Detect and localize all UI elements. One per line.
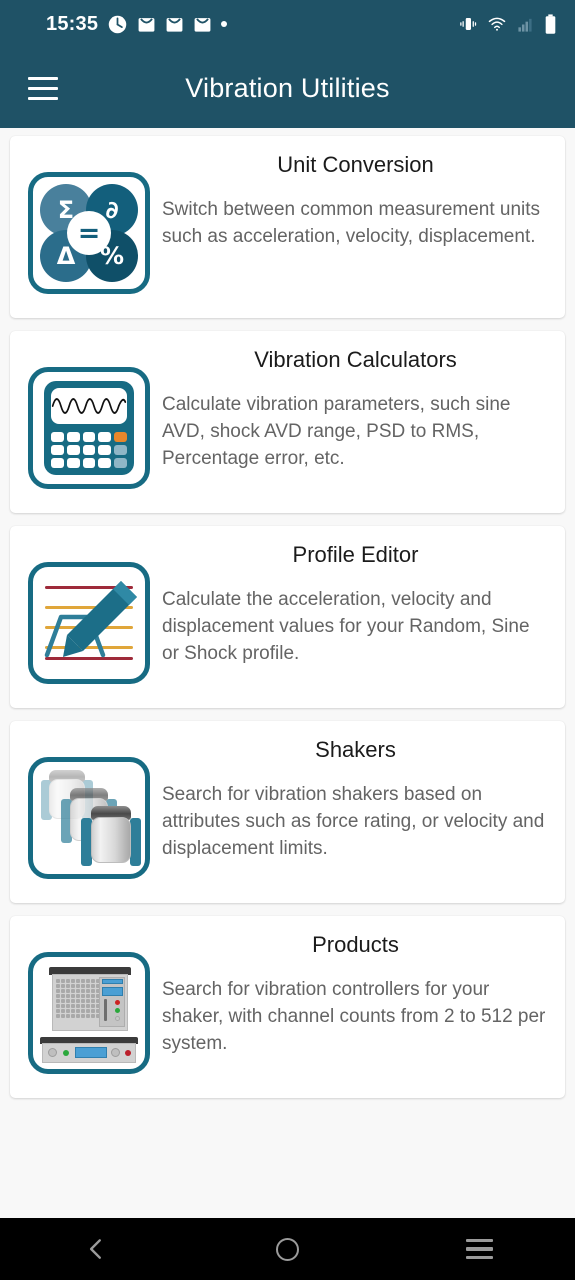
card-title: Vibration Calculators [254, 347, 457, 372]
android-navigation-bar [0, 1218, 575, 1280]
profile-editor-icon [28, 562, 150, 684]
base-lcd-display [75, 1047, 107, 1058]
card-unit-conversion[interactable]: Σ ∂ Δ % = Unit Conversion Switch between… [10, 136, 565, 318]
card-description: Switch between common measurement units … [162, 199, 541, 248]
vibrate-icon [458, 15, 478, 33]
card-description: Search for vibration controllers for you… [162, 979, 546, 1055]
calculator-key [82, 432, 96, 442]
home-circle-icon[interactable] [242, 1218, 332, 1280]
app-bar: Vibration Utilities [0, 48, 575, 128]
card-products[interactable]: Products Search for vibration controller… [10, 916, 565, 1098]
unit-conversion-icon: Σ ∂ Δ % = [28, 172, 150, 294]
base-knob [48, 1048, 57, 1057]
calculator-key [66, 432, 80, 442]
calculator-key-blue [114, 445, 127, 455]
controller-led-green [115, 1008, 120, 1013]
hamburger-menu-icon[interactable] [15, 60, 71, 116]
mail-icon [165, 15, 184, 34]
controller-led-red [115, 1000, 120, 1005]
controller-label-strip [102, 979, 123, 984]
calculator-body [44, 381, 134, 475]
controller-led-off [115, 1016, 120, 1021]
calculator-key [98, 445, 112, 455]
controller-side-panel [99, 977, 125, 1027]
card-body: Profile Editor Calculate the acceleratio… [150, 542, 549, 667]
card-body: Products Search for vibration controller… [150, 932, 549, 1057]
clock-icon [107, 14, 128, 35]
cellular-signal-icon [516, 16, 535, 33]
page-title: Vibration Utilities [185, 72, 390, 103]
calculator-key [51, 445, 64, 455]
shakers-icon [28, 757, 150, 879]
status-bar-left: 15:35 [46, 12, 228, 36]
back-chevron-icon[interactable] [51, 1218, 141, 1280]
vibration-controller-icon [28, 952, 150, 1074]
calculator-key-accent [114, 432, 127, 442]
card-vibration-calculators[interactable]: Vibration Calculators Calculate vibratio… [10, 331, 565, 513]
card-description: Search for vibration shakers based on at… [162, 784, 545, 860]
card-description: Calculate vibration parameters, such sin… [162, 394, 511, 470]
card-body: Vibration Calculators Calculate vibratio… [150, 347, 549, 472]
calculator-key [82, 445, 96, 455]
pencil-icon [63, 581, 137, 657]
card-profile-editor[interactable]: Profile Editor Calculate the acceleratio… [10, 526, 565, 708]
card-title: Unit Conversion [277, 152, 434, 177]
controller-base-unit [40, 1037, 138, 1063]
battery-icon [544, 13, 557, 35]
status-time: 15:35 [46, 12, 99, 35]
calculator-key-blue [114, 458, 127, 468]
card-title: Shakers [315, 737, 396, 762]
calculator-key [82, 458, 96, 468]
card-title: Products [312, 932, 399, 957]
calculator-keypad [51, 432, 127, 468]
shaker-front [81, 806, 141, 868]
mail-icon [193, 15, 212, 34]
status-bar-right [458, 13, 557, 35]
base-led-red [125, 1050, 131, 1056]
controller-main-unit [49, 967, 131, 1031]
calculator-icon [28, 367, 150, 489]
card-shakers[interactable]: Shakers Search for vibration shakers bas… [10, 721, 565, 903]
controller-channel-ports [56, 979, 100, 1018]
equals-circle: = [67, 211, 111, 255]
calculator-screen [51, 388, 127, 424]
dot-icon [221, 21, 228, 27]
wifi-icon [487, 15, 507, 33]
mail-icon [137, 15, 156, 34]
calculator-key [98, 432, 112, 442]
status-bar: 15:35 [0, 0, 575, 48]
calculator-key [66, 458, 80, 468]
card-title: Profile Editor [292, 542, 419, 567]
card-description: Calculate the acceleration, velocity and… [162, 589, 530, 665]
utilities-list: Σ ∂ Δ % = Unit Conversion Switch between… [0, 128, 575, 1218]
calculator-key [66, 445, 80, 455]
controller-slider [104, 999, 107, 1021]
calculator-key [51, 458, 64, 468]
card-body: Shakers Search for vibration shakers bas… [150, 737, 549, 862]
recents-icon[interactable] [434, 1218, 524, 1280]
card-body: Unit Conversion Switch between common me… [150, 152, 549, 250]
controller-lcd-display [102, 987, 123, 996]
calculator-key [51, 432, 64, 442]
base-knob [111, 1048, 120, 1057]
base-led-green [63, 1050, 69, 1056]
calculator-key [98, 458, 112, 468]
